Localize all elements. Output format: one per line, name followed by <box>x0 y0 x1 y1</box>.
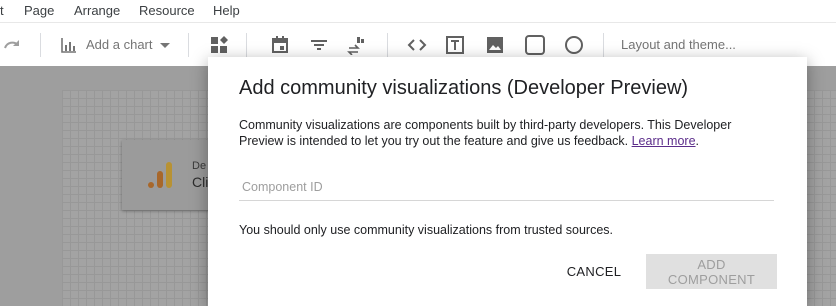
learn-more-link[interactable]: Learn more <box>632 134 696 148</box>
add-chart-button[interactable]: Add a chart <box>86 37 153 52</box>
description-period: . <box>695 134 700 148</box>
component-id-input[interactable] <box>239 173 774 201</box>
filter-icon[interactable] <box>309 35 329 55</box>
cancel-button[interactable]: CANCEL <box>558 255 630 287</box>
menu-item-partial[interactable]: t <box>0 3 4 18</box>
code-icon[interactable] <box>406 35 428 55</box>
circle-icon[interactable] <box>564 35 584 55</box>
data-control-icon[interactable] <box>347 35 367 55</box>
toolbar-divider <box>40 33 41 57</box>
layout-theme-button[interactable]: Layout and theme... <box>621 37 736 52</box>
add-component-button[interactable]: ADD COMPONENT <box>646 254 777 289</box>
scorecard-label: De <box>192 160 207 172</box>
trusted-sources-warning: You should only use community visualizat… <box>239 223 614 237</box>
menu-bar: t Page Arrange Resource Help <box>0 0 836 22</box>
dialog-description: Community visualizations are components … <box>239 117 779 149</box>
toolbar-divider <box>603 33 604 57</box>
add-community-viz-dialog: Add community visualizations (Developer … <box>208 57 807 306</box>
toolbar-divider <box>387 33 388 57</box>
toolbar-divider <box>246 33 247 57</box>
redo-icon[interactable] <box>2 35 22 55</box>
menu-item-arrange[interactable]: Arrange <box>74 3 120 18</box>
dialog-title: Add community visualizations (Developer … <box>239 77 689 99</box>
analytics-logo-icon <box>146 160 176 195</box>
menu-item-page[interactable]: Page <box>24 3 54 18</box>
image-icon[interactable] <box>485 35 505 55</box>
community-viz-icon[interactable] <box>209 35 231 55</box>
scorecard-value: Cli <box>192 174 209 190</box>
chevron-down-icon[interactable] <box>158 35 172 55</box>
calendar-icon[interactable] <box>270 35 290 55</box>
text-box-icon[interactable] <box>445 35 465 55</box>
toolbar-divider <box>188 33 189 57</box>
menu-item-resource[interactable]: Resource <box>139 3 195 18</box>
menu-item-help[interactable]: Help <box>213 3 240 18</box>
bar-chart-icon[interactable] <box>59 35 79 55</box>
rectangle-icon[interactable] <box>524 35 546 55</box>
